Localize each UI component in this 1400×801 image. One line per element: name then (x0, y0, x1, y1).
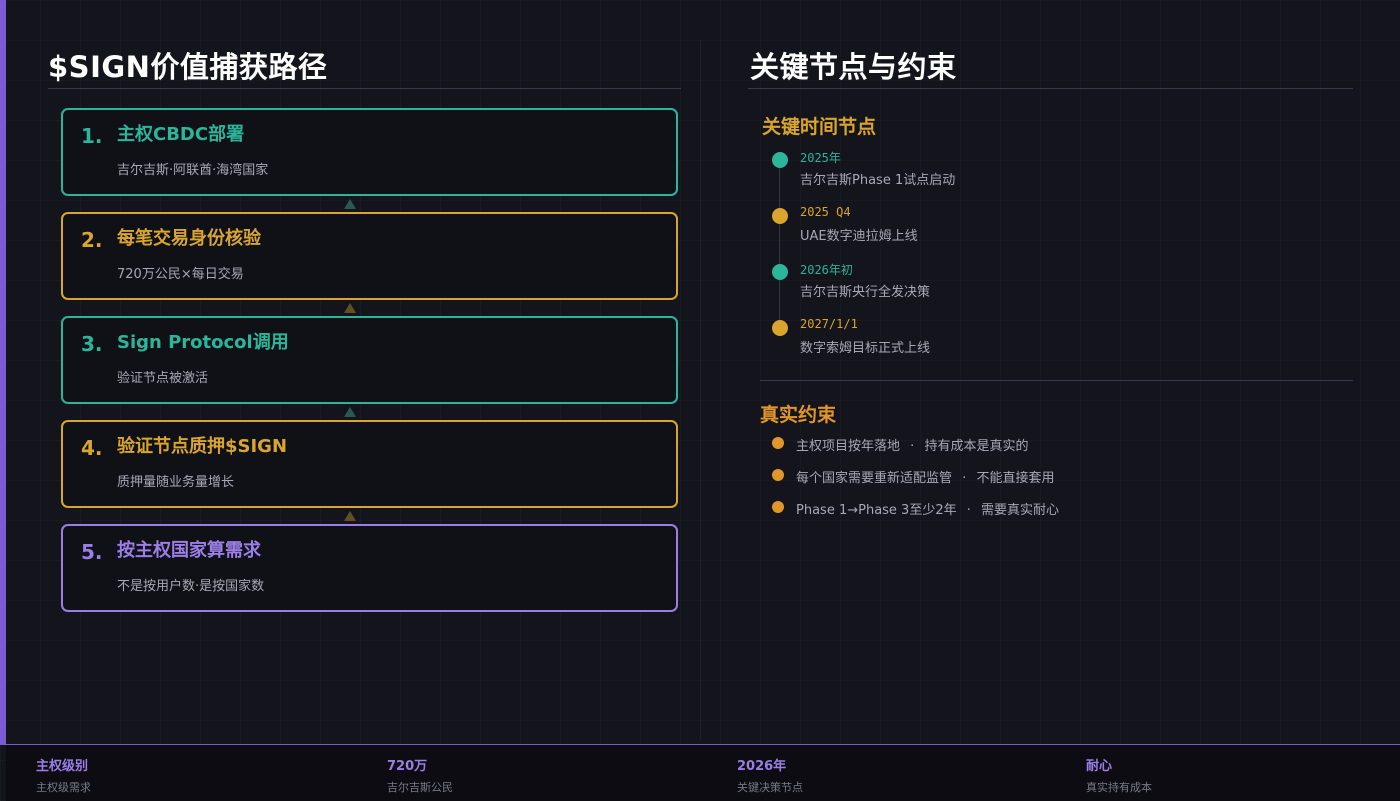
left-accent-bar (0, 0, 6, 745)
timeline-title: 关键时间节点 (762, 116, 877, 138)
step-title: Sign Protocol调用 (117, 332, 289, 353)
constraint-note: 需要真实耐心 (981, 503, 1060, 518)
footer-stat-value: 720万 (387, 759, 428, 774)
constraint-item: 主权项目按年落地 · 持有成本是真实的 (796, 439, 1029, 454)
step-description: 吉尔吉斯·阿联酋·海湾国家 (117, 163, 269, 178)
right-section-title: 关键节点与约束 (750, 50, 957, 84)
timeline-line (779, 160, 780, 330)
footer-stat: 主权级别 主权级需求 (36, 755, 91, 795)
section-divider (760, 380, 1353, 381)
step-title: 按主权国家算需求 (117, 540, 261, 561)
constraint-dot (772, 501, 784, 513)
timeline-date: 2026年初 (800, 263, 853, 277)
constraint-main: 主权项目按年落地 (796, 439, 901, 454)
timeline-dot (772, 208, 788, 224)
step-description: 不是按用户数·是按国家数 (117, 579, 265, 594)
timeline-text: UAE数字迪拉姆上线 (800, 229, 918, 244)
timeline-dot (772, 320, 788, 336)
footer-stat: 2026年 关键决策节点 (737, 755, 803, 795)
step-number: 4. (81, 436, 103, 460)
step-number: 2. (81, 228, 103, 252)
timeline-dot (772, 264, 788, 280)
up-arrow-icon (344, 511, 356, 521)
constraint-item: 每个国家需要重新适配监管 · 不能直接套用 (796, 471, 1055, 486)
timeline-date: 2025年 (800, 151, 841, 165)
step-card-5: 5. 按主权国家算需求 不是按用户数·是按国家数 (61, 524, 678, 612)
up-arrow-icon (344, 303, 356, 313)
left-title-rule (48, 88, 681, 89)
step-title: 验证节点质押$SIGN (117, 436, 288, 457)
up-arrow-icon (344, 199, 356, 209)
constraint-main: 每个国家需要重新适配监管 (796, 471, 953, 486)
step-title: 主权CBDC部署 (117, 124, 245, 145)
footer-stat-label: 吉尔吉斯公民 (387, 781, 453, 794)
constraint-item: Phase 1→Phase 3至少2年 · 需要真实耐心 (796, 503, 1060, 518)
footer-stat-value: 2026年 (737, 759, 787, 774)
step-number: 3. (81, 332, 103, 356)
step-card-2: 2. 每笔交易身份核验 720万公民×每日交易 (61, 212, 678, 300)
constraint-main: Phase 1→Phase 3至少2年 (796, 503, 957, 518)
constraint-note: 持有成本是真实的 (924, 439, 1029, 454)
timeline-date: 2027/1/1 (800, 317, 858, 331)
step-description: 验证节点被激活 (117, 371, 209, 386)
constraint-note: 不能直接套用 (976, 471, 1055, 486)
column-divider (700, 40, 701, 740)
step-card-3: 3. Sign Protocol调用 验证节点被激活 (61, 316, 678, 404)
step-card-1: 1. 主权CBDC部署 吉尔吉斯·阿联酋·海湾国家 (61, 108, 678, 196)
step-number: 1. (81, 124, 103, 148)
timeline-text: 吉尔吉斯Phase 1试点启动 (800, 173, 956, 188)
step-description: 质押量随业务量增长 (117, 475, 235, 490)
timeline-text: 数字索姆目标正式上线 (800, 341, 931, 356)
footer-stat-label: 主权级需求 (36, 781, 91, 794)
timeline-date: 2025 Q4 (800, 205, 851, 219)
constraint-dot (772, 469, 784, 481)
step-title: 每笔交易身份核验 (117, 228, 261, 249)
footer-stat-label: 关键决策节点 (737, 781, 803, 794)
footer-stat-value: 主权级别 (36, 759, 89, 774)
up-arrow-icon (344, 407, 356, 417)
footer-stats-bar: 主权级别 主权级需求 720万 吉尔吉斯公民 2026年 关键决策节点 耐心 真… (6, 744, 1400, 801)
left-section-title: $SIGN价值捕获路径 (48, 50, 328, 84)
step-number: 5. (81, 540, 103, 564)
right-title-rule (748, 88, 1353, 89)
step-description: 720万公民×每日交易 (117, 267, 244, 282)
step-card-4: 4. 验证节点质押$SIGN 质押量随业务量增长 (61, 420, 678, 508)
timeline-text: 吉尔吉斯央行全发决策 (800, 285, 931, 300)
constraint-dot (772, 437, 784, 449)
footer-stat: 720万 吉尔吉斯公民 (387, 755, 453, 795)
constraints-title: 真实约束 (760, 404, 837, 426)
footer-stat-label: 真实持有成本 (1086, 781, 1152, 794)
footer-stat-value: 耐心 (1086, 759, 1113, 774)
footer-stat: 耐心 真实持有成本 (1086, 755, 1152, 795)
timeline-dot (772, 152, 788, 168)
